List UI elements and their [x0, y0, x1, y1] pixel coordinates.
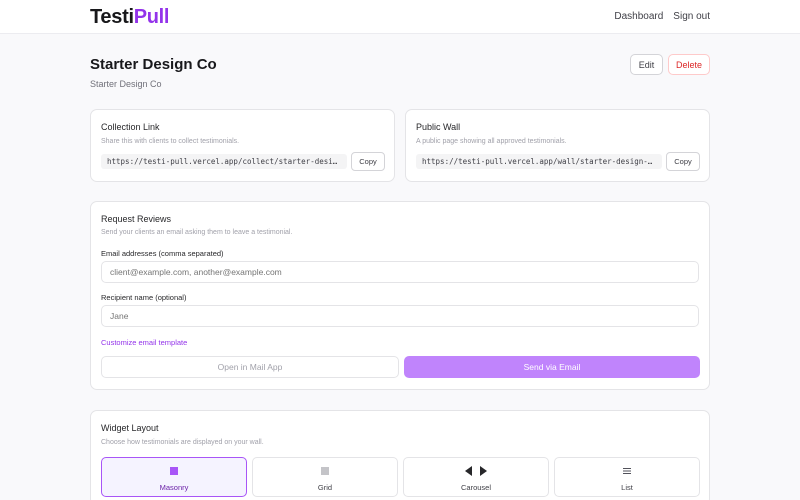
list-icon [555, 466, 699, 476]
top-navbar: TestiPull Dashboard Sign out [0, 0, 800, 34]
page-subtitle: Starter Design Co [90, 79, 162, 89]
logo-text-testi: Testi [90, 6, 134, 28]
recipient-name-label: Recipient name (optional) [101, 293, 187, 302]
public-wall-description: A public page showing all approved testi… [416, 138, 567, 145]
edit-button[interactable]: Edit [630, 54, 663, 75]
collection-link-title: Collection Link [101, 122, 160, 132]
request-reviews-title: Request Reviews [101, 214, 172, 224]
request-reviews-description: Send your clients an email asking them t… [101, 229, 293, 236]
app-logo[interactable]: TestiPull [90, 6, 169, 29]
logo-text-pull: Pull [133, 6, 170, 28]
public-wall-card: Public Wall A public page showing all ap… [405, 109, 710, 182]
customize-email-template-link[interactable]: Customize email template [101, 338, 187, 347]
open-in-mail-app-button[interactable]: Open in Mail App [101, 356, 399, 378]
layout-option-label: Carousel [460, 483, 491, 492]
public-wall-url: https://testi-pull.vercel.app/wall/start… [416, 154, 662, 169]
widget-layout-card: Widget Layout Choose how testimonials ar… [90, 410, 710, 500]
public-wall-title: Public Wall [416, 122, 461, 132]
collection-link-description: Share this with clients to collect testi… [101, 138, 240, 145]
masonry-icon [102, 466, 246, 476]
layout-option-carousel[interactable]: Carousel [403, 457, 549, 497]
nav-signout-link[interactable]: Sign out [673, 11, 710, 22]
email-addresses-label: Email addresses (comma separated) [101, 249, 224, 258]
grid-icon [253, 466, 397, 476]
public-wall-copy-button[interactable]: Copy [666, 152, 700, 171]
carousel-arrows-icon [404, 466, 548, 476]
nav-dashboard-link[interactable]: Dashboard [614, 11, 663, 22]
nav-links: Dashboard Sign out [614, 11, 710, 22]
send-via-email-button[interactable]: Send via Email [404, 356, 700, 378]
collection-link-copy-button[interactable]: Copy [351, 152, 385, 171]
layout-option-label: Grid [317, 483, 333, 492]
collection-link-url: https://testi-pull.vercel.app/collect/st… [101, 154, 347, 169]
collection-link-card: Collection Link Share this with clients … [90, 109, 395, 182]
layout-option-list[interactable]: List [554, 457, 700, 497]
recipient-name-input[interactable] [101, 305, 699, 327]
layout-option-grid[interactable]: Grid [252, 457, 398, 497]
request-reviews-card: Request Reviews Send your clients an ema… [90, 201, 710, 390]
layout-option-label: Masonry [159, 483, 189, 492]
widget-layout-description: Choose how testimonials are displayed on… [101, 439, 264, 446]
layout-option-label: List [621, 483, 633, 492]
delete-button[interactable]: Delete [668, 54, 710, 75]
layout-option-masonry[interactable]: Masonry [101, 457, 247, 497]
widget-layout-title: Widget Layout [101, 423, 159, 433]
page-title: Starter Design Co [90, 56, 217, 73]
email-addresses-input[interactable] [101, 261, 699, 283]
